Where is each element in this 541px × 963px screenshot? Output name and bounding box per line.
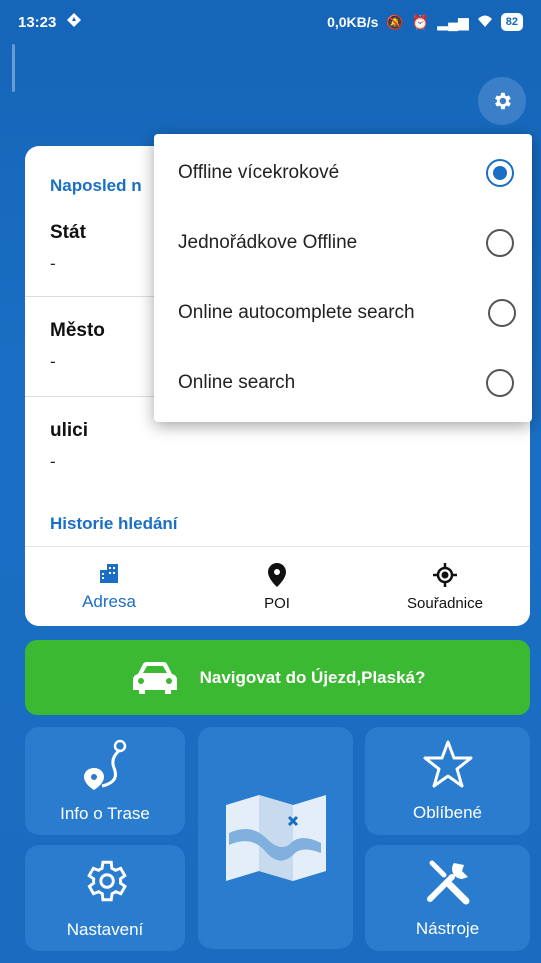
map-pin-icon xyxy=(268,562,286,587)
radio-unchecked[interactable] xyxy=(488,299,516,327)
street-value: - xyxy=(50,452,56,471)
street-field[interactable]: ulici - xyxy=(50,420,88,472)
network-speed: 0,0KB/s xyxy=(327,14,379,30)
favorites-tile[interactable]: Oblíbené xyxy=(365,727,530,835)
crosshair-icon xyxy=(433,562,457,587)
city-field[interactable]: Město - xyxy=(50,320,105,372)
gear-icon xyxy=(495,92,511,110)
status-bar: 13:23 0,0KB/s 🔕 ⏰ ▂▄▆ 82 xyxy=(0,0,541,44)
favorites-label: Oblíbené xyxy=(413,803,482,822)
state-label: Stát xyxy=(50,222,86,243)
city-value: - xyxy=(50,352,56,371)
option-single-line-offline[interactable]: Jednořádkove Offline xyxy=(154,208,532,278)
route-info-label: Info o Trase xyxy=(60,804,150,823)
tab-address[interactable]: Adresa xyxy=(25,547,193,626)
tools-icon xyxy=(426,860,469,905)
state-field[interactable]: Stát - xyxy=(50,222,86,274)
option-offline-multistep[interactable]: Offline vícekrokové xyxy=(154,138,532,208)
search-settings-button[interactable] xyxy=(478,77,526,125)
search-history-link[interactable]: Historie hledání xyxy=(50,514,178,534)
tab-coordinates-label: Souřadnice xyxy=(407,594,483,612)
option-label: Online search xyxy=(178,372,296,393)
alarm-icon: ⏰ xyxy=(411,13,430,30)
settings-tile[interactable]: Nastavení xyxy=(25,845,185,951)
recent-title[interactable]: Naposled n xyxy=(50,176,142,196)
route-info-tile[interactable]: Info o Trase xyxy=(25,727,185,835)
tab-poi-label: POI xyxy=(264,594,290,612)
car-icon xyxy=(132,661,177,694)
tools-label: Nástroje xyxy=(415,919,480,938)
wifi-icon xyxy=(477,14,493,31)
route-icon xyxy=(84,739,127,790)
tab-poi[interactable]: POI xyxy=(193,547,361,626)
navigate-label: Navigovat do Újezd,Plaská? xyxy=(199,667,426,687)
radio-checked[interactable] xyxy=(486,159,514,187)
battery-icon: 82 xyxy=(500,13,523,31)
radio-unchecked[interactable] xyxy=(486,229,514,257)
option-online-search[interactable]: Online search xyxy=(154,348,532,418)
gear-icon xyxy=(87,860,127,902)
state-value: - xyxy=(50,254,56,273)
building-icon xyxy=(100,564,118,583)
signal-icon: ▂▄▆ xyxy=(437,13,469,30)
navigate-button[interactable]: Navigovat do Újezd,Plaská? xyxy=(25,640,530,715)
search-mode-tabs: Adresa POI Souřadnice xyxy=(25,546,530,626)
tab-coordinates[interactable]: Souřadnice xyxy=(361,547,529,626)
silent-icon: 🔕 xyxy=(386,13,404,30)
option-online-autocomplete[interactable]: Online autocomplete search xyxy=(154,278,532,348)
option-label: Offline vícekrokové xyxy=(178,162,340,183)
radio-unchecked[interactable] xyxy=(486,369,514,397)
star-icon xyxy=(423,740,472,788)
tab-address-label: Adresa xyxy=(82,592,136,611)
map-icon xyxy=(225,795,326,881)
map-tile[interactable] xyxy=(198,727,353,949)
street-label: ulici xyxy=(50,420,89,441)
status-time: 13:23 xyxy=(18,13,57,31)
city-label: Město xyxy=(50,320,105,341)
tools-tile[interactable]: Nástroje xyxy=(365,845,530,951)
option-label: Jednořádkove Offline xyxy=(178,232,358,253)
search-mode-menu: Offline vícekrokové Jednořádkove Offline… xyxy=(154,134,532,422)
settings-label: Nastavení xyxy=(66,920,144,939)
location-icon xyxy=(66,12,82,32)
scroll-indicator xyxy=(12,44,15,92)
option-label: Online autocomplete search xyxy=(178,302,415,323)
